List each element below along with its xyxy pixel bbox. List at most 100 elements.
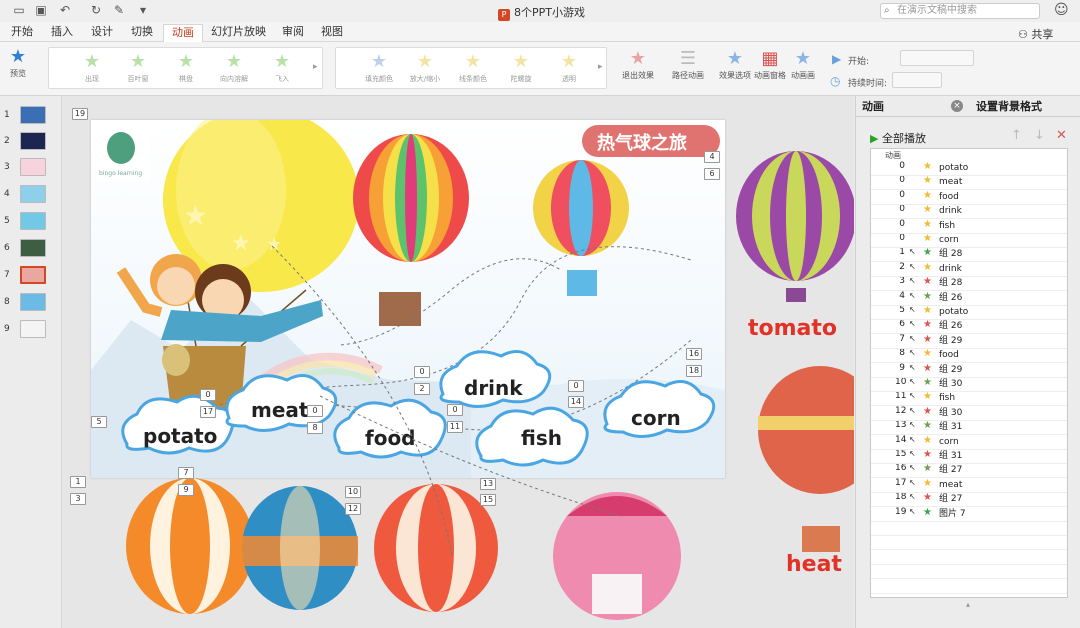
effect-spin[interactable]: ★ 陀螺旋 <box>498 50 544 84</box>
tab-design[interactable]: 设计 <box>91 25 113 42</box>
tab-slideshow[interactable]: 幻灯片放映 <box>211 25 266 42</box>
animation-badge[interactable]: 12 <box>345 503 361 515</box>
animation-row[interactable]: 0 ★ corn <box>871 233 1067 247</box>
animation-badge[interactable]: 0 <box>414 366 430 378</box>
animation-badge[interactable]: 0 <box>307 405 323 417</box>
animation-badge[interactable]: 14 <box>568 396 584 408</box>
slide-canvas[interactable]: ★ ★ ★ bingo learning 热气球之旅 potato meat f… <box>91 120 725 478</box>
animation-badge[interactable]: 3 <box>70 493 86 505</box>
tab-animations[interactable]: 动画 <box>163 24 203 43</box>
feedback-smiley-icon[interactable]: ☺ <box>1054 2 1069 18</box>
effect-dissolve-in[interactable]: ★ 向内溶解 <box>211 50 257 84</box>
share-button[interactable]: ⚇ 共享 <box>1018 26 1053 42</box>
word-meat[interactable]: meat <box>251 398 308 422</box>
animation-badge[interactable]: 0 <box>447 404 463 416</box>
effect-blinds[interactable]: ★ 百叶窗 <box>115 50 161 84</box>
animation-badge[interactable]: 15 <box>480 494 496 506</box>
animation-badge[interactable]: 0 <box>568 380 584 392</box>
duration-stepper[interactable] <box>892 72 942 88</box>
move-up-icon[interactable]: ↑ <box>1011 128 1022 143</box>
animation-row[interactable]: 13 ↖ ★ 组 31 <box>871 420 1067 434</box>
effect-line-color[interactable]: ★ 线条颜色 <box>450 50 496 84</box>
animation-row[interactable]: 8 ↖ ★ food <box>871 348 1067 362</box>
animation-badge[interactable]: 9 <box>178 484 194 496</box>
tab-view[interactable]: 视图 <box>321 25 343 42</box>
word-heat[interactable]: heat <box>786 552 842 577</box>
animation-badge[interactable]: 13 <box>480 478 496 490</box>
animation-badge[interactable]: 19 <box>72 108 88 120</box>
animation-badge[interactable]: 6 <box>704 168 720 180</box>
animation-row[interactable]: 14 ↖ ★ corn <box>871 435 1067 449</box>
edit-icon[interactable]: ✎ <box>112 4 126 17</box>
effect-fly-in[interactable]: ★ 飞入 <box>259 50 305 84</box>
animation-badge[interactable]: 1 <box>70 476 86 488</box>
animation-badge[interactable]: 8 <box>307 422 323 434</box>
animation-row[interactable]: 3 ↖ ★ 组 28 <box>871 276 1067 290</box>
animation-row[interactable]: 0 ★ meat <box>871 175 1067 189</box>
slide-editor[interactable]: ★ ★ ★ bingo learning 热气球之旅 potato meat f… <box>62 96 854 628</box>
effect-fill-color[interactable]: ★ 填充颜色 <box>356 50 402 84</box>
animation-row[interactable]: 0 ★ potato <box>871 161 1067 175</box>
effect-grow-shrink[interactable]: ★ 放大/缩小 <box>402 50 448 84</box>
word-potato[interactable]: potato <box>143 424 217 448</box>
search-input[interactable]: ⌕ 在演示文稿中搜索 <box>880 3 1040 19</box>
animation-badge[interactable]: 18 <box>686 365 702 377</box>
animation-row[interactable]: 11 ↖ ★ fish <box>871 391 1067 405</box>
word-corn[interactable]: corn <box>631 406 681 430</box>
delete-icon[interactable]: ✕ <box>1056 128 1067 143</box>
animation-row[interactable]: 7 ↖ ★ 组 29 <box>871 334 1067 348</box>
tab-review[interactable]: 审阅 <box>282 25 304 42</box>
animation-row[interactable]: 19 ↖ ★ 图片 7 <box>871 507 1067 521</box>
resize-handle-icon[interactable]: ▴ <box>966 600 970 609</box>
animation-row[interactable]: 0 ★ food <box>871 190 1067 204</box>
sidebar-toggle-icon[interactable]: ▭ <box>12 4 26 17</box>
animation-painter-button[interactable]: ★ 动画画 <box>781 48 825 81</box>
exit-effects-button[interactable]: ★ 退出效果 <box>616 48 660 81</box>
effect-checkerboard[interactable]: ★ 棋盘 <box>163 50 209 84</box>
tab-home[interactable]: 开始 <box>11 25 33 42</box>
animation-list[interactable]: 动画 0 ★ potato 0 ★ meat 0 ★ food 0 ★ drink 0 ★ fish 0 ★ co… <box>870 148 1068 598</box>
animation-row[interactable]: 1 ↖ ★ 组 28 <box>871 247 1067 261</box>
animation-badge[interactable]: 2 <box>414 383 430 395</box>
animation-row[interactable]: 18 ↖ ★ 组 27 <box>871 492 1067 506</box>
animation-badge[interactable]: 10 <box>345 486 361 498</box>
animation-row[interactable]: 5 ↖ ★ potato <box>871 305 1067 319</box>
animation-row[interactable]: 6 ↖ ★ 组 26 <box>871 319 1067 333</box>
redo-icon[interactable]: ↻ <box>89 4 103 17</box>
animation-badge[interactable]: 7 <box>178 467 194 479</box>
animation-badge[interactable]: 16 <box>686 348 702 360</box>
animation-row[interactable]: 12 ↖ ★ 组 30 <box>871 406 1067 420</box>
word-drink[interactable]: drink <box>464 376 523 400</box>
animation-row[interactable]: 17 ↖ ★ meat <box>871 478 1067 492</box>
effect-appear[interactable]: ★ 出现 <box>69 50 115 84</box>
word-fish[interactable]: fish <box>521 426 562 450</box>
animation-row[interactable]: 15 ↖ ★ 组 31 <box>871 449 1067 463</box>
animation-row[interactable]: 10 ↖ ★ 组 30 <box>871 377 1067 391</box>
tab-transitions[interactable]: 切换 <box>131 25 153 42</box>
customize-icon[interactable]: ▾ <box>136 4 150 17</box>
animation-badge[interactable]: 5 <box>91 416 107 428</box>
animation-badge[interactable]: 11 <box>447 421 463 433</box>
gallery-scroll-icon[interactable]: ▸ <box>313 62 318 72</box>
tab-animation-pane[interactable]: 动画 <box>862 98 884 114</box>
animation-row[interactable]: 4 ↖ ★ 组 26 <box>871 291 1067 305</box>
move-down-icon[interactable]: ↓ <box>1034 128 1045 143</box>
play-all-button[interactable]: ▶ 全部播放 <box>870 130 926 146</box>
save-icon[interactable]: ▣ <box>34 4 48 17</box>
animation-badge[interactable]: 17 <box>200 406 216 418</box>
word-tomato[interactable]: tomato <box>748 316 837 341</box>
animation-row[interactable]: 2 ↖ ★ drink <box>871 262 1067 276</box>
animation-row[interactable]: 9 ↖ ★ 组 29 <box>871 363 1067 377</box>
gallery-scroll-icon[interactable]: ▸ <box>598 62 603 72</box>
undo-icon[interactable]: ↶ <box>58 4 72 17</box>
preview-button[interactable]: ★ 预览 <box>0 46 36 79</box>
animation-row[interactable]: 0 ★ fish <box>871 219 1067 233</box>
animation-badge[interactable]: 0 <box>200 389 216 401</box>
animation-badge[interactable]: 4 <box>704 151 720 163</box>
path-animation-button[interactable]: ☰ 路径动画 <box>666 48 710 81</box>
tab-background-format[interactable]: 设置背景格式 <box>976 98 1042 114</box>
tab-insert[interactable]: 插入 <box>51 25 73 42</box>
effect-transparency[interactable]: ★ 透明 <box>546 50 592 84</box>
animation-row[interactable]: 16 ↖ ★ 组 27 <box>871 463 1067 477</box>
word-food[interactable]: food <box>365 426 416 450</box>
